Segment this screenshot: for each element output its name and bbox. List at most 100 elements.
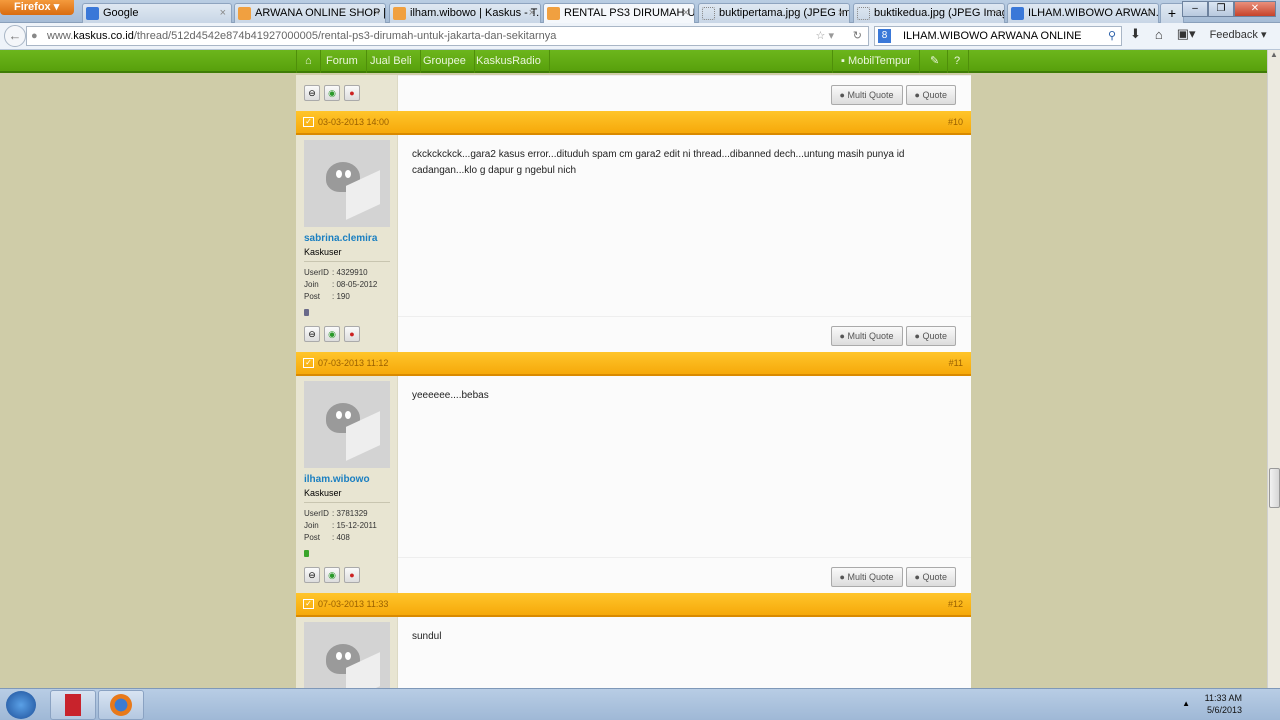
- tab-3[interactable]: RENTAL PS3 DIRUMAH U... ×: [543, 3, 695, 23]
- window-controls: – ❐ ✕: [1182, 1, 1276, 17]
- multi-quote-button[interactable]: ● Multi Quote: [830, 567, 903, 587]
- edit-icon[interactable]: ✎: [922, 50, 949, 73]
- username-link[interactable]: sabrina.clemira: [304, 233, 397, 244]
- scrollbar-thumb[interactable]: [1269, 468, 1280, 508]
- user-info: sabrina.clemira Kaskuser UserID: 4329910 Jo…: [296, 135, 398, 316]
- multi-quote-icon: ●: [839, 331, 845, 341]
- bookmark-star-icon[interactable]: ☆ ▾: [816, 27, 834, 45]
- post-content: yeeeeee....bebas: [398, 376, 971, 557]
- thread-posts: ⊖ ◉ ● ● Multi Quote ● Quote ✓ 03-03-2013 14:00…: [296, 75, 971, 709]
- print-icon[interactable]: ⊖: [304, 326, 320, 342]
- join-date: Join: 08-05-2012: [304, 280, 378, 289]
- checkbox-icon[interactable]: ✓: [303, 358, 314, 368]
- tab-6[interactable]: ILHAM.WIBOWO ARWAN... ×: [1007, 3, 1159, 23]
- checkbox-icon[interactable]: ✓: [303, 599, 314, 609]
- minimize-button[interactable]: –: [1182, 1, 1208, 17]
- clock[interactable]: 11:33 AM 5/6/2013: [1205, 692, 1242, 716]
- close-tab-icon[interactable]: ×: [1147, 4, 1153, 22]
- user-rank: Kaskuser: [304, 488, 390, 503]
- join-date: Join: 15-12-2011: [304, 521, 377, 530]
- nav-kaskusradio[interactable]: KaskusRadio: [468, 50, 550, 73]
- google-icon: [86, 7, 99, 20]
- print-icon[interactable]: ⊖: [304, 567, 320, 583]
- post-count: Post: 190: [304, 292, 350, 301]
- report-icon[interactable]: ●: [344, 567, 360, 583]
- user-id: UserID: 3781329: [304, 509, 368, 518]
- user-rank: Kaskuser: [304, 247, 390, 262]
- tab-2[interactable]: ilham.wibowo | Kaskus - T... ×: [389, 3, 541, 23]
- quote-button[interactable]: ● Quote: [905, 85, 956, 105]
- image-icon: [702, 7, 715, 20]
- post-content: ckckckckck...gara2 kasus error...dituduh…: [398, 135, 971, 316]
- quote-icon: ●: [914, 90, 920, 100]
- close-tab-icon[interactable]: ×: [993, 4, 999, 22]
- tab-4[interactable]: buktipertama.jpg (JPEG Im... ×: [698, 3, 850, 23]
- kaskus-icon: [393, 7, 406, 20]
- reputation-icon: [304, 309, 309, 316]
- navigation-toolbar: ← ● www.kaskus.co.id/thread/512d4542e874b…: [0, 23, 1280, 50]
- user-avatar-icon: ▪: [841, 55, 845, 67]
- close-tab-icon[interactable]: ×: [220, 4, 226, 22]
- start-button[interactable]: [6, 691, 36, 719]
- post-number-link[interactable]: #12: [948, 593, 963, 615]
- reload-icon[interactable]: ↻: [853, 27, 862, 45]
- multi-quote-icon: ●: [839, 572, 845, 582]
- close-window-button[interactable]: ✕: [1234, 1, 1276, 17]
- post-count: Post: 408: [304, 533, 350, 542]
- reply-icon[interactable]: ◉: [324, 326, 340, 342]
- bookmarks-icon[interactable]: ▣▾: [1177, 26, 1196, 42]
- scrollbar[interactable]: ▲: [1267, 50, 1280, 688]
- multi-quote-button[interactable]: ● Multi Quote: [830, 85, 903, 105]
- close-tab-icon[interactable]: ×: [838, 4, 844, 22]
- close-tab-icon[interactable]: ×: [529, 4, 535, 22]
- report-icon[interactable]: ●: [344, 326, 360, 342]
- feedback-button[interactable]: Feedback ▾: [1210, 28, 1267, 41]
- post-footer: ⊖ ◉ ● ● Multi Quote ● Quote: [296, 75, 971, 111]
- close-tab-icon[interactable]: ×: [374, 4, 380, 22]
- quote-button[interactable]: ● Quote: [905, 567, 956, 587]
- download-icon[interactable]: ⬇: [1130, 26, 1141, 42]
- search-input[interactable]: 8 ILHAM.WIBOWO ARWANA ONLINE ⚲: [874, 26, 1122, 46]
- nav-jual-beli[interactable]: Jual Beli: [362, 50, 421, 73]
- help-icon[interactable]: ?: [946, 50, 970, 73]
- search-icon[interactable]: ⚲: [1108, 27, 1116, 45]
- avatar: [304, 381, 390, 468]
- post-header: ✓ 03-03-2013 14:00 #10: [296, 111, 971, 135]
- post: sabrina.clemira Kaskuser UserID: 4329910 Jo…: [296, 135, 971, 316]
- tab-5[interactable]: buktikedua.jpg (JPEG Imag... ×: [853, 3, 1005, 23]
- print-icon[interactable]: ⊖: [304, 85, 320, 101]
- reply-icon[interactable]: ◉: [324, 567, 340, 583]
- reputation-icon: [304, 550, 309, 557]
- post-header: ✓ 07-03-2013 11:33 #12: [296, 593, 971, 617]
- home-icon[interactable]: ⌂: [296, 50, 321, 73]
- post-number-link[interactable]: #11: [949, 352, 963, 374]
- new-tab-button[interactable]: +: [1160, 3, 1184, 23]
- user-menu[interactable]: ▪ MobilTempur: [832, 50, 920, 73]
- firefox-taskbar-icon[interactable]: [98, 690, 144, 720]
- multi-quote-icon: ●: [839, 90, 845, 100]
- tab-1[interactable]: ARWANA ONLINE SHOP | ... ×: [234, 3, 386, 23]
- quote-icon: ●: [914, 572, 920, 582]
- windows-taskbar: ▲ 11:33 AM 5/6/2013: [0, 688, 1280, 720]
- url-bar[interactable]: ● www.kaskus.co.id/thread/512d4542e874b41…: [26, 26, 869, 46]
- maximize-button[interactable]: ❐: [1208, 1, 1234, 17]
- user-id: UserID: 4329910: [304, 268, 368, 277]
- home-icon[interactable]: ⌂: [1155, 27, 1163, 42]
- report-icon[interactable]: ●: [344, 85, 360, 101]
- post-footer: ⊖ ◉ ● ● Multi Quote ● Quote: [296, 557, 971, 593]
- close-tab-icon[interactable]: ×: [683, 4, 689, 22]
- reply-icon[interactable]: ◉: [324, 85, 340, 101]
- tab-0[interactable]: Google ×: [82, 3, 232, 23]
- back-button[interactable]: ←: [4, 25, 26, 47]
- username-link[interactable]: ilham.wibowo: [304, 474, 397, 485]
- post-number-link[interactable]: #10: [948, 111, 963, 133]
- nav-groupee[interactable]: Groupee: [415, 50, 475, 73]
- checkbox-icon[interactable]: ✓: [303, 117, 314, 127]
- tray-arrow-icon[interactable]: ▲: [1182, 699, 1190, 708]
- autocad-taskbar-icon[interactable]: [50, 690, 96, 720]
- multi-quote-button[interactable]: ● Multi Quote: [830, 326, 903, 346]
- nav-forum[interactable]: Forum: [318, 50, 367, 73]
- firefox-menu-button[interactable]: Firefox ▾: [0, 0, 74, 15]
- kaskus-icon: [547, 7, 560, 20]
- quote-button[interactable]: ● Quote: [905, 326, 956, 346]
